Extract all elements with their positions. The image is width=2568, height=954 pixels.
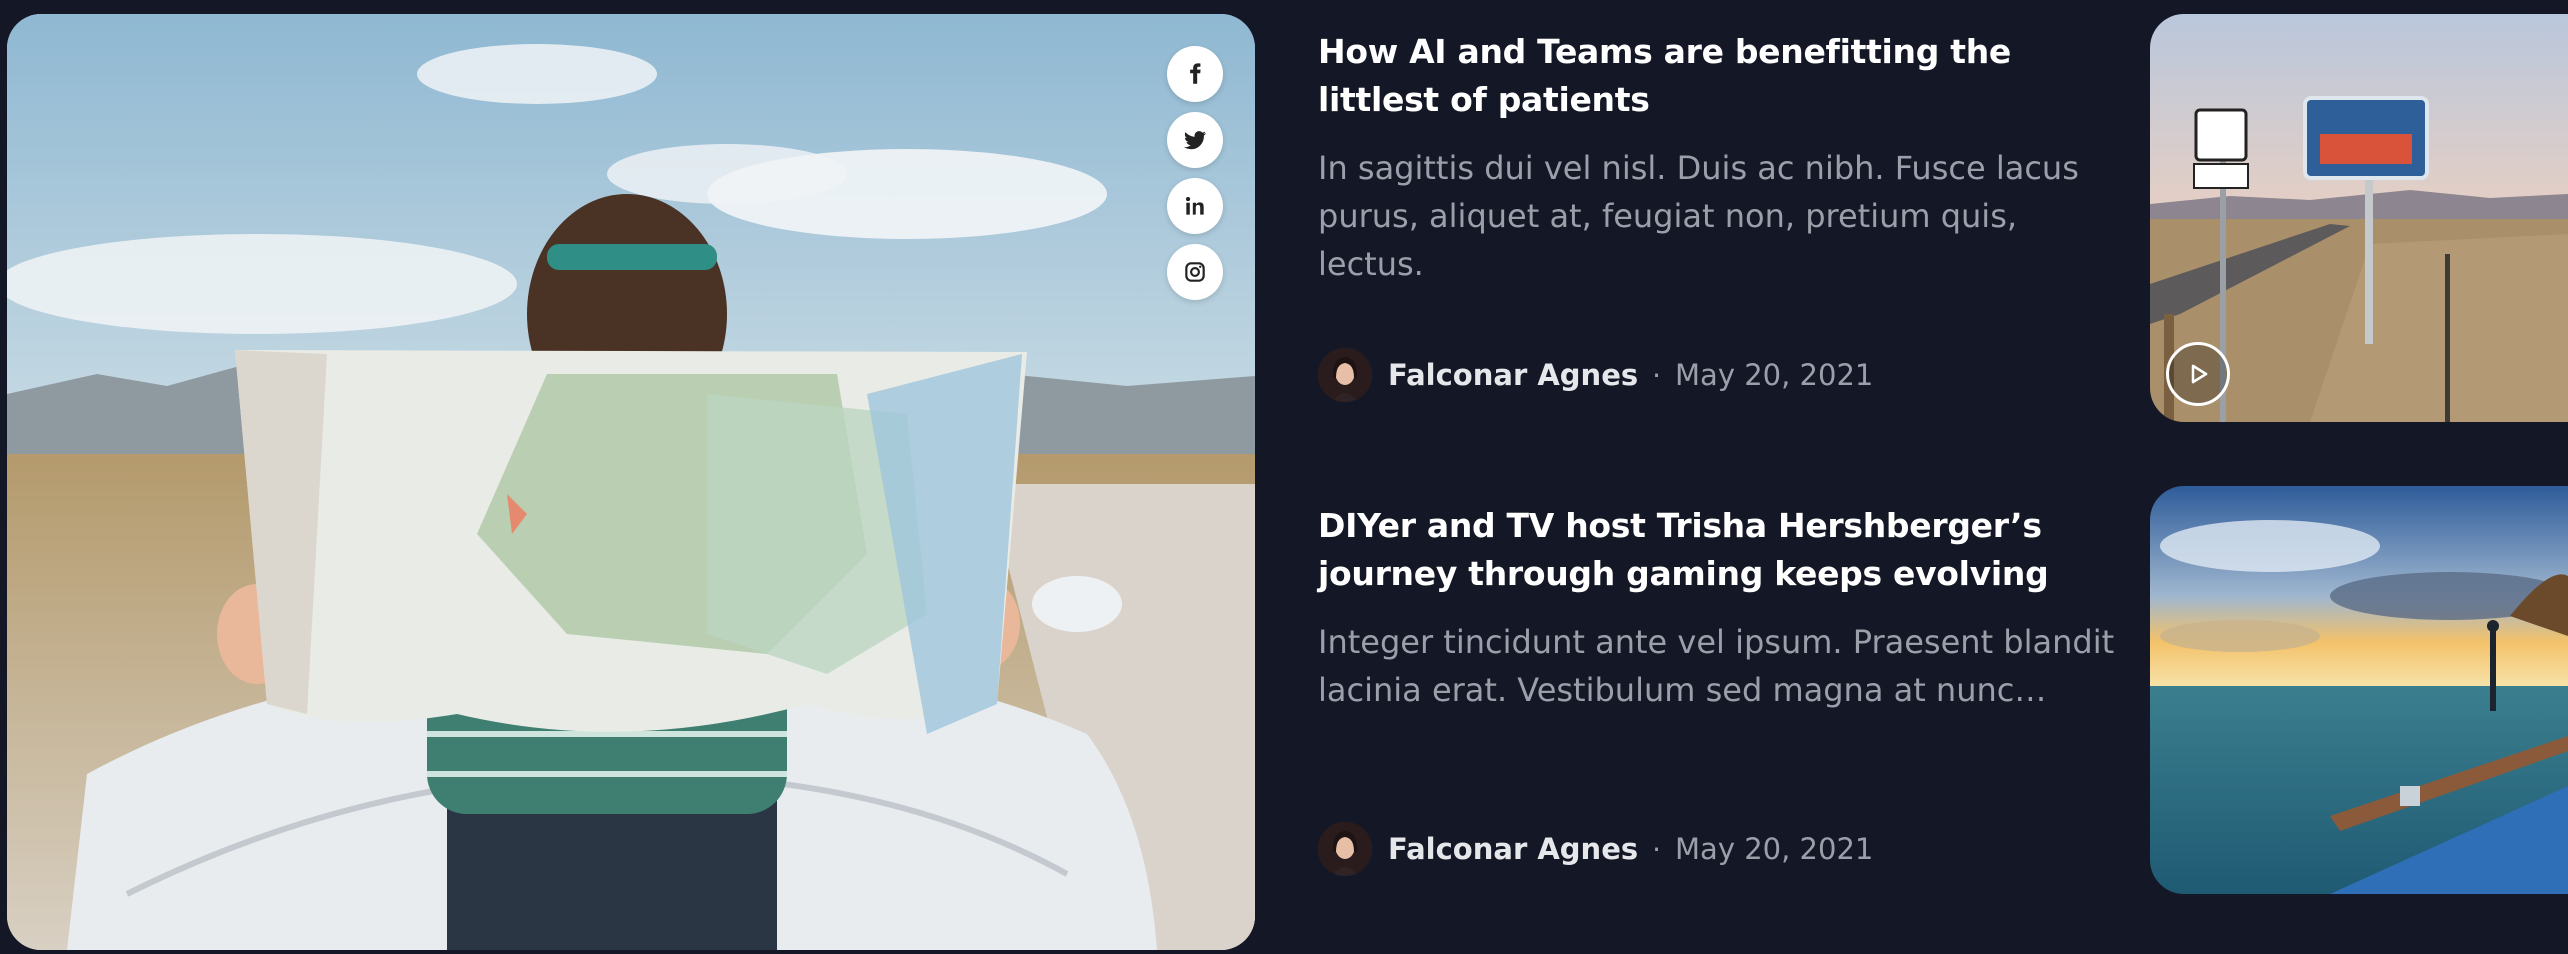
play-video-button[interactable] xyxy=(2166,342,2230,406)
twitter-icon xyxy=(1184,131,1206,150)
instagram-icon xyxy=(1185,262,1205,282)
publish-date: May 20, 2021 xyxy=(1675,358,1874,392)
article-title-link[interactable]: DIYer and TV host Trisha Hershberger’s j… xyxy=(1318,502,2118,598)
article-excerpt: In sagittis dui vel nisl. Duis ac nibh. … xyxy=(1318,149,2079,283)
publish-date: May 20, 2021 xyxy=(1675,832,1874,866)
ocean-sunset-photo xyxy=(2150,486,2568,894)
article-card: DIYer and TV host Trisha Hershberger’s j… xyxy=(1318,502,2118,876)
article-meta: Falconar Agnes · May 20, 2021 xyxy=(1318,348,1873,402)
social-share-bar xyxy=(1167,46,1223,300)
article-thumbnail[interactable] xyxy=(2150,486,2568,894)
linkedin-share-button[interactable] xyxy=(1167,178,1223,234)
article-thumbnail[interactable] xyxy=(2150,14,2568,422)
play-icon xyxy=(2191,364,2208,384)
facebook-icon xyxy=(1190,63,1201,84)
linkedin-icon xyxy=(1186,197,1204,215)
meta-separator: · xyxy=(1652,358,1662,392)
facebook-share-button[interactable] xyxy=(1167,46,1223,102)
author-avatar[interactable] xyxy=(1318,348,1372,402)
article-meta: Falconar Agnes · May 20, 2021 xyxy=(1318,822,1873,876)
meta-separator: · xyxy=(1652,832,1662,866)
author-avatar[interactable] xyxy=(1318,822,1372,876)
instagram-share-button[interactable] xyxy=(1167,244,1223,300)
twitter-share-button[interactable] xyxy=(1167,112,1223,168)
article-card: How AI and Teams are benefitting the lit… xyxy=(1318,28,2118,402)
blog-feed: How AI and Teams are benefitting the lit… xyxy=(0,0,2568,954)
hero-photo xyxy=(7,14,1255,950)
hero-image-card[interactable] xyxy=(7,14,1255,950)
article-title-link[interactable]: How AI and Teams are benefitting the lit… xyxy=(1318,28,2118,124)
article-excerpt: Integer tincidunt ante vel ipsum. Praese… xyxy=(1318,623,2115,709)
author-name-link[interactable]: Falconar Agnes xyxy=(1388,358,1638,392)
author-name-link[interactable]: Falconar Agnes xyxy=(1388,832,1638,866)
